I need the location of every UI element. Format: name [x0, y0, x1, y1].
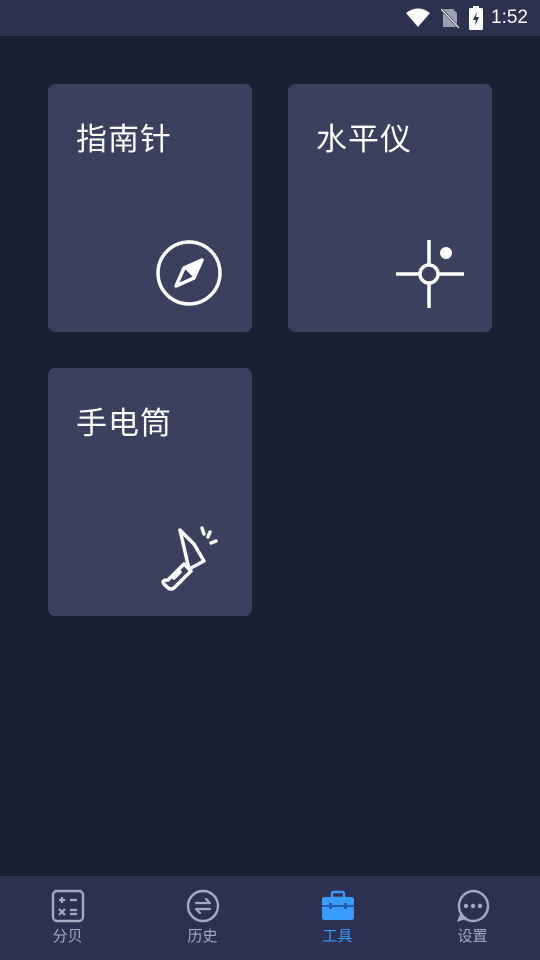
nav-item-decibel[interactable]: 分贝 — [0, 876, 135, 960]
tool-card-level[interactable]: 水平仪 — [288, 84, 492, 332]
tool-card-label: 指南针 — [76, 122, 172, 158]
tool-card-label: 手电筒 — [76, 406, 172, 442]
settings-dots-icon — [456, 889, 490, 923]
tool-card-compass[interactable]: 指南针 — [48, 84, 252, 332]
nav-label: 工具 — [322, 927, 353, 945]
compass-icon — [154, 238, 224, 308]
status-bar: 1:52 — [0, 0, 540, 36]
flashlight-icon — [154, 522, 224, 592]
nav-label: 分贝 — [52, 927, 83, 945]
nav-item-settings[interactable]: 设置 — [405, 876, 540, 960]
no-sim-icon — [441, 7, 460, 29]
calculator-icon — [51, 889, 85, 923]
nav-label: 设置 — [457, 927, 488, 945]
history-exchange-icon — [186, 889, 220, 923]
tool-card-flashlight[interactable]: 手电筒 — [48, 368, 252, 616]
toolbox-icon — [321, 889, 355, 923]
level-crosshair-icon — [394, 238, 464, 308]
nav-label: 历史 — [187, 927, 218, 945]
status-time: 1:52 — [491, 7, 528, 28]
nav-item-history[interactable]: 历史 — [135, 876, 270, 960]
nav-item-tools[interactable]: 工具 — [270, 876, 405, 960]
bottom-nav: 分贝 历史 工具 设置 — [0, 876, 540, 960]
tool-card-label: 水平仪 — [316, 122, 412, 158]
battery-charging-icon — [469, 6, 484, 30]
wifi-icon — [405, 8, 431, 28]
